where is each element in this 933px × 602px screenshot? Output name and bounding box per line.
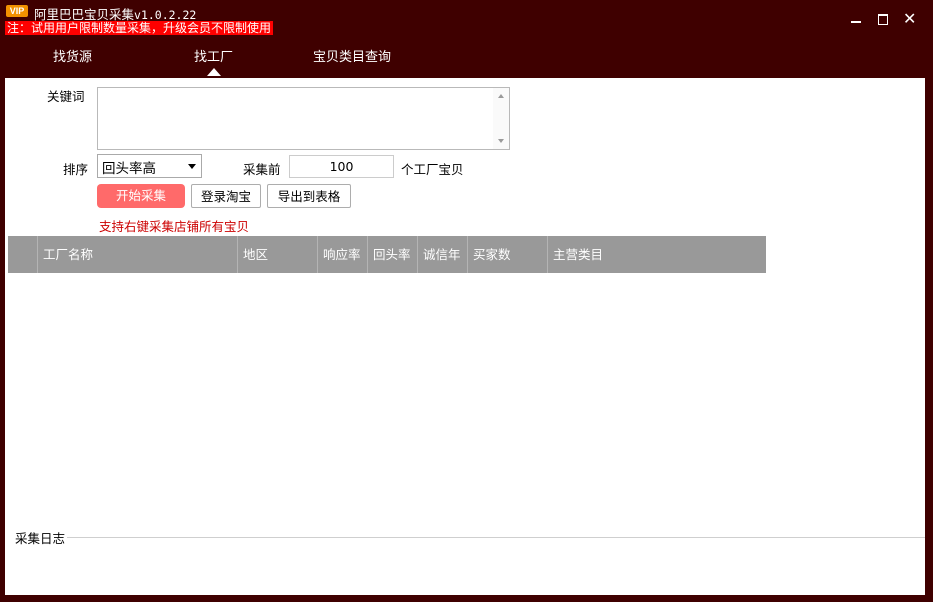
tab-find-factory[interactable]: 找工厂 [194,46,233,65]
right-click-hint: 支持右键采集店铺所有宝贝 [99,219,250,234]
column-header-main-category[interactable]: 主营类目 [547,236,766,273]
collect-log-label: 采集日志 [15,528,68,547]
column-header-credit-years[interactable]: 诚信年 [417,236,467,273]
sort-label: 排序 [63,162,89,177]
column-header-repeat-rate[interactable]: 回头率 [367,236,417,273]
scroll-down-icon[interactable] [498,139,504,143]
keyword-scrollbar[interactable] [493,88,509,149]
minimize-icon [851,21,861,23]
results-table-header: 工厂名称 地区 响应率 回头率 诚信年 买家数 主营类目 [8,236,766,273]
column-header-index[interactable] [8,236,37,273]
tab-find-goods[interactable]: 找货源 [53,46,92,65]
keyword-label: 关键词 [47,89,85,104]
close-button[interactable]: ✕ [900,10,920,30]
app-name: 阿里巴巴宝贝采集 [34,7,135,22]
start-collect-button[interactable]: 开始采集 [97,184,185,208]
maximize-icon [878,14,888,25]
column-header-response-rate[interactable]: 响应率 [317,236,367,273]
trial-notice: 注：试用用户限制数量采集，升级会员不限制使用 [5,21,274,35]
active-tab-indicator-icon [207,68,221,76]
sort-select[interactable]: 回头率高 [97,154,202,178]
vip-badge-icon: VIP [6,5,28,17]
column-header-region[interactable]: 地区 [237,236,317,273]
collect-count-input[interactable]: 100 [289,155,394,178]
minimize-button[interactable] [846,10,866,30]
maximize-button[interactable] [873,10,893,30]
login-taobao-button[interactable]: 登录淘宝 [191,184,261,208]
keyword-input[interactable] [97,87,510,150]
sort-selected-value: 回头率高 [102,161,156,177]
close-icon: ✕ [903,9,917,28]
scroll-up-icon[interactable] [498,94,504,98]
collect-prefix-label: 采集前 [243,162,281,177]
main-panel: 关键词 排序 回头率高 采集前 100 个工厂宝贝 开始采集 登录淘宝 导出到表… [5,78,925,595]
log-divider [65,537,925,538]
column-header-buyer-count[interactable]: 买家数 [467,236,547,273]
export-table-button[interactable]: 导出到表格 [267,184,351,208]
title-bar: VIP 阿里巴巴宝贝采集v1.0.2.22 注：试用用户限制数量采集，升级会员不… [0,0,933,38]
app-version: v1.0.2.22 [134,8,197,22]
column-header-factory-name[interactable]: 工厂名称 [37,236,237,273]
tab-category-query[interactable]: 宝贝类目查询 [313,46,391,65]
collect-suffix-label: 个工厂宝贝 [401,162,464,177]
nav-bar: 找货源 找工厂 宝贝类目查询 [0,38,933,78]
chevron-down-icon [188,164,196,169]
